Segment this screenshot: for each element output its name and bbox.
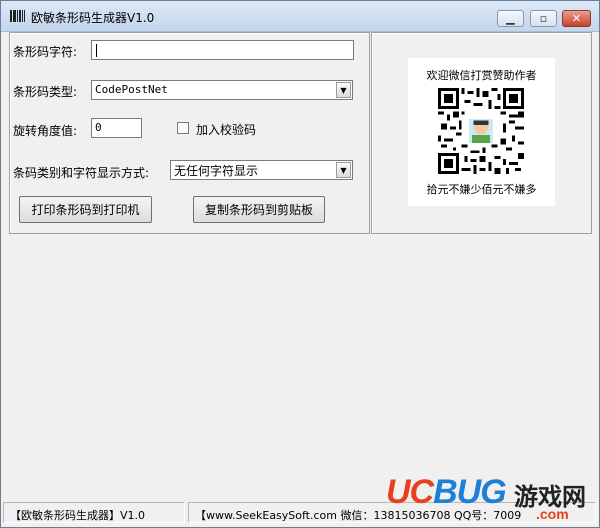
checksum-checkbox[interactable] [177,122,189,134]
chevron-down-icon[interactable]: ▼ [336,162,351,178]
wechat-qr-code [438,88,524,174]
minimize-button[interactable]: ▁ [497,10,524,27]
main-window: 欧敏条形码生成器V1.0 ▁ ▫ ✕ 条形码字符: 条形码类型: CodePos… [0,0,600,528]
donation-top-text: 欢迎微信打赏赞助作者 [426,69,537,82]
barcode-icon [10,10,25,22]
close-button[interactable]: ✕ [562,10,591,27]
close-icon: ✕ [571,12,582,25]
rotation-value: 0 [95,121,102,134]
rotation-label: 旋转角度值: [13,124,78,138]
display-mode-select[interactable]: 无任何字符显示 ▼ [170,160,353,180]
barcode-type-select[interactable]: CodePostNet ▼ [91,80,353,100]
status-app-info: 【欧敏条形码生成器】V1.0 [3,502,185,523]
barcode-type-value: CodePostNet [95,83,168,96]
print-barcode-button[interactable]: 打印条形码到打印机 [19,196,152,223]
rotation-input[interactable]: 0 [91,118,142,138]
maximize-icon: ▫ [539,12,548,25]
copy-barcode-button[interactable]: 复制条形码到剪贴板 [193,196,325,223]
barcode-text-input[interactable] [91,40,354,60]
window-title: 欧敏条形码生成器V1.0 [31,11,155,25]
chevron-down-icon[interactable]: ▼ [336,82,351,98]
site-watermark: UCBUG 游戏网 .com [386,471,596,527]
barcode-type-label: 条形码类型: [13,85,78,99]
donation-card: 欢迎微信打赏赞助作者 拾元不嫌少佰元不嫌多 [408,58,555,206]
maximize-button[interactable]: ▫ [530,10,557,27]
watermark-brand: UCBUG [386,473,507,511]
text-caret [96,44,97,57]
donation-bottom-text: 拾元不嫌少佰元不嫌多 [426,183,537,196]
watermark-domain: .com [536,506,569,522]
checksum-label[interactable]: 加入校验码 [196,121,256,138]
barcode-text-label: 条形码字符: [13,45,78,59]
display-mode-value: 无任何字符显示 [174,164,259,178]
display-mode-label: 条码类别和字符显示方式: [13,166,150,180]
title-bar[interactable]: 欧敏条形码生成器V1.0 ▁ ▫ ✕ [1,1,599,32]
minimize-icon: ▁ [506,12,515,25]
